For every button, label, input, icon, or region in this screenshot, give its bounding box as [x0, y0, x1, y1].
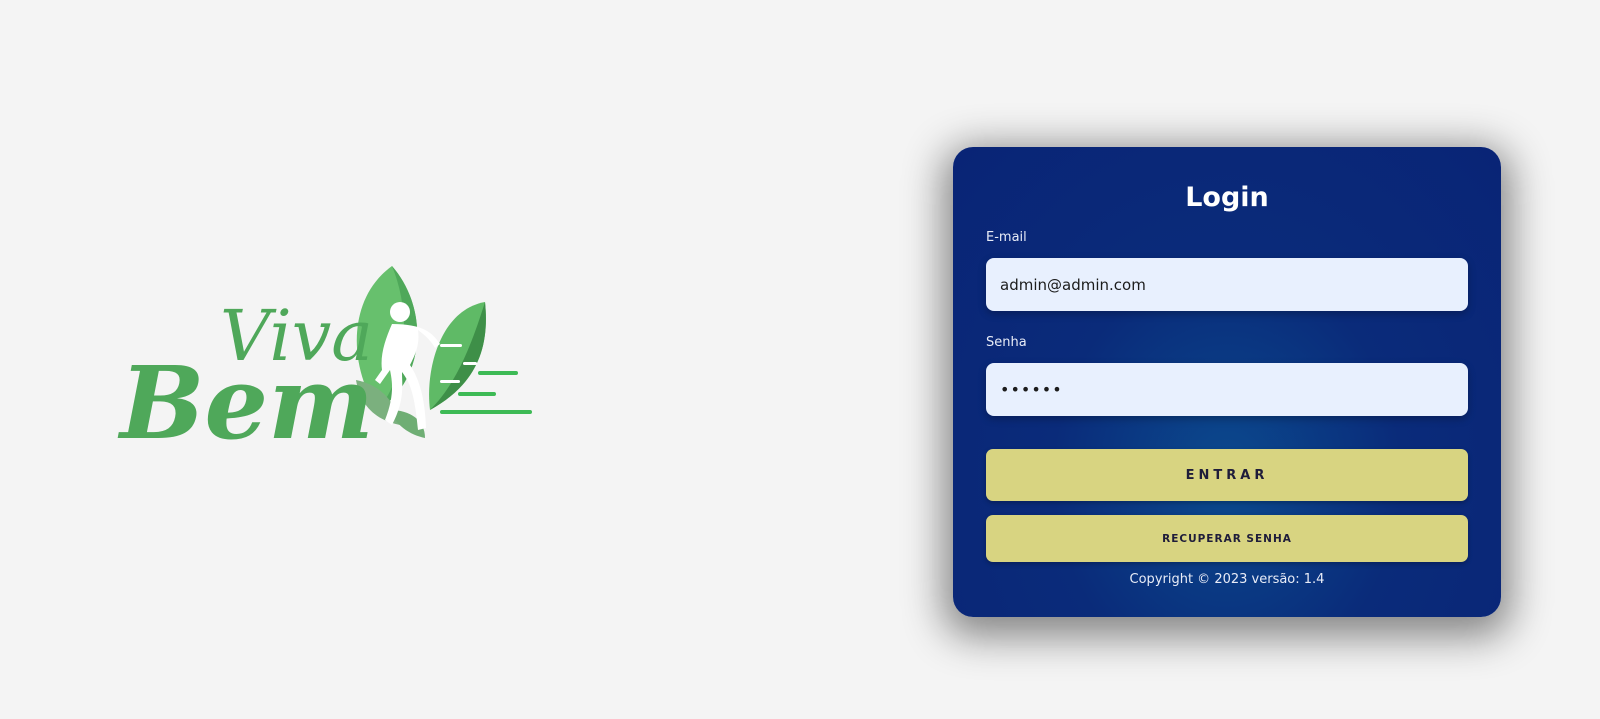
login-page: Viva Bem Login E-mail Senha ENTRAR RECUP… [0, 0, 1600, 719]
recover-password-button[interactable]: RECUPERAR SENHA [986, 515, 1468, 562]
password-input[interactable] [986, 363, 1468, 416]
logo-text-bem: Bem [117, 344, 374, 460]
email-input[interactable] [986, 258, 1468, 311]
logo-graphic: Viva Bem [117, 266, 532, 460]
viva-bem-logo: Viva Bem [80, 260, 550, 460]
login-title: Login [1185, 182, 1269, 213]
password-label: Senha [986, 335, 1027, 350]
email-label: E-mail [986, 230, 1027, 245]
login-card: Login E-mail Senha ENTRAR RECUPERAR SENH… [953, 147, 1501, 617]
submit-button[interactable]: ENTRAR [986, 449, 1468, 501]
copyright-text: Copyright © 2023 versão: 1.4 [1129, 572, 1325, 587]
